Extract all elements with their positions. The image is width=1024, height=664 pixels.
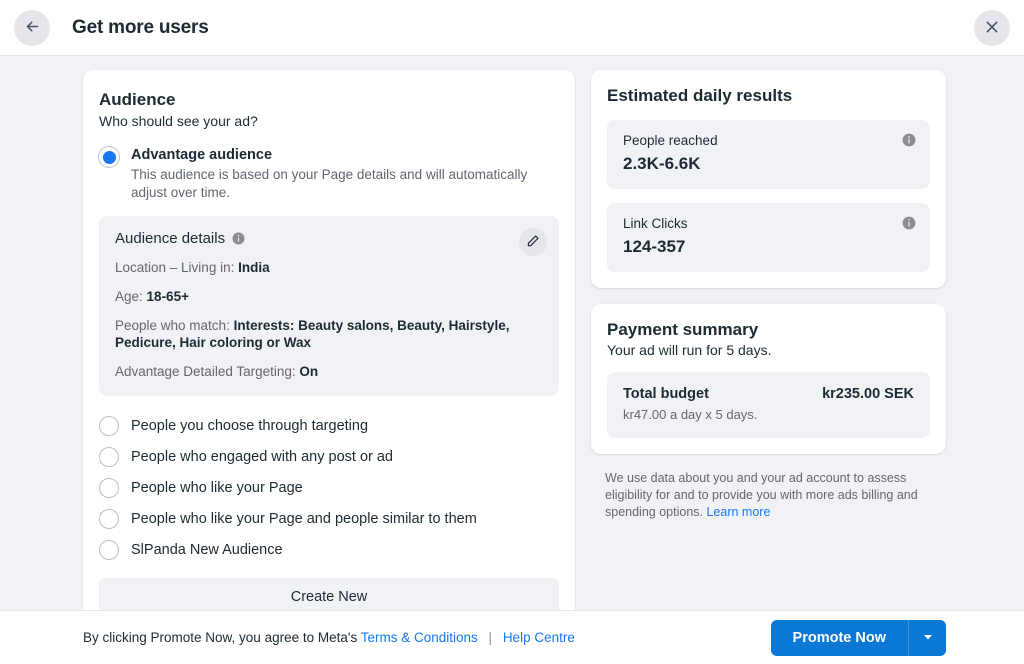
option-label: People who like your Page and people sim… (131, 510, 477, 527)
promote-button-group: Promote Now (770, 620, 946, 656)
back-button[interactable] (14, 9, 50, 46)
info-icon[interactable] (902, 216, 916, 235)
help-centre-link[interactable]: Help Centre (503, 630, 575, 645)
stat-value: 124-357 (623, 237, 686, 256)
audience-option-lookalike[interactable]: People who like your Page and people sim… (99, 503, 559, 534)
learn-more-link[interactable]: Learn more (706, 505, 770, 519)
edit-audience-button[interactable] (519, 228, 547, 256)
page-title: Get more users (72, 16, 209, 38)
detail-row-interests: People who match: Interests: Beauty salo… (115, 317, 543, 351)
audience-details-box: Audience details Location – Living in: I… (99, 216, 559, 396)
option-label: People you choose through targeting (131, 417, 369, 434)
dialog-body: Audience Who should see your ad? Advanta… (0, 56, 1024, 618)
audience-option-saved[interactable]: SlPanda New Audience (99, 534, 559, 565)
close-icon (984, 19, 1000, 38)
audience-option-engaged[interactable]: People who engaged with any post or ad (99, 441, 559, 472)
payment-summary-title: Payment summary (607, 320, 759, 339)
audience-options-list: People you choose through targeting Peop… (99, 410, 559, 565)
total-budget-note: kr47.00 a day x 5 days. (623, 407, 758, 422)
stat-value: 2.3K-6.6K (623, 154, 701, 173)
detail-row-location: Location – Living in: India (115, 259, 543, 276)
audience-subtitle: Who should see your ad? (99, 113, 258, 129)
promote-options-button[interactable] (908, 620, 946, 656)
detail-row-advantage-targeting: Advantage Detailed Targeting: On (115, 363, 543, 380)
option-label: SlPanda New Audience (131, 541, 283, 558)
audience-details-header: Audience details (115, 230, 543, 247)
audience-title: Audience (99, 90, 176, 109)
option-label: People who like your Page (131, 479, 303, 496)
stat-label: Link Clicks (623, 216, 688, 231)
detail-value: India (238, 260, 270, 275)
total-budget-label: Total budget (623, 386, 709, 402)
radio-people-engaged[interactable] (99, 447, 119, 467)
estimated-results-title: Estimated daily results (607, 86, 793, 105)
total-budget-row: Total budget kr235.00 SEK (623, 386, 914, 402)
close-button[interactable] (974, 10, 1010, 46)
dialog-header: Get more users (0, 0, 1024, 56)
detail-label: People who match: (115, 318, 230, 333)
detail-label: Age: (115, 289, 143, 304)
footer-agreement-text: By clicking Promote Now, you agree to Me… (83, 630, 358, 645)
stat-label: People reached (623, 133, 718, 148)
payment-summary-card: Payment summary Your ad will run for 5 d… (591, 304, 946, 454)
detail-value: On (299, 364, 319, 379)
promote-now-button[interactable]: Promote Now (770, 620, 908, 656)
radio-page-likers-similar[interactable] (99, 509, 119, 529)
detail-label: Location – Living in: (115, 260, 235, 275)
estimated-daily-results-card: Estimated daily results People reached 2… (591, 70, 946, 288)
footer-separator: | (488, 630, 493, 645)
audience-option-targeting[interactable]: People you choose through targeting (99, 410, 559, 441)
radio-people-like-page[interactable] (99, 478, 119, 498)
chevron-down-icon (922, 631, 934, 646)
footer-agreement: By clicking Promote Now, you agree to Me… (83, 630, 575, 645)
total-budget-amount: kr235.00 SEK (822, 386, 914, 402)
detail-value: 18-65+ (146, 289, 189, 304)
advantage-audience-description: This audience is based on your Page deta… (131, 167, 528, 200)
advantage-audience-label: Advantage audience (131, 147, 273, 163)
terms-conditions-link[interactable]: Terms & Conditions (361, 630, 478, 645)
option-label: People who engaged with any post or ad (131, 448, 393, 465)
audience-card: Audience Who should see your ad? Advanta… (83, 70, 575, 618)
radio-people-you-choose[interactable] (99, 416, 119, 436)
radio-advantage-audience[interactable] (99, 147, 119, 167)
info-icon[interactable] (232, 232, 245, 245)
promote-ad-dialog: Get more users Audience Who should see y… (0, 0, 1024, 664)
radio-slpanda-new-audience[interactable] (99, 540, 119, 560)
stat-people-reached: People reached 2.3K-6.6K (607, 120, 930, 189)
audience-option-advantage[interactable]: Advantage audience This audience is base… (99, 146, 559, 202)
detail-label: Advantage Detailed Targeting: (115, 364, 296, 379)
detail-row-age: Age: 18-65+ (115, 288, 543, 305)
payment-summary-subtitle: Your ad will run for 5 days. (607, 342, 772, 358)
summary-column: Estimated daily results People reached 2… (591, 70, 946, 521)
arrow-left-icon (24, 18, 41, 38)
stat-link-clicks: Link Clicks 124-357 (607, 203, 930, 272)
audience-option-page-likers[interactable]: People who like your Page (99, 472, 559, 503)
pencil-icon (526, 234, 540, 251)
dialog-footer: By clicking Promote Now, you agree to Me… (0, 610, 1024, 664)
info-icon[interactable] (902, 133, 916, 152)
billing-disclaimer: We use data about you and your ad accoun… (591, 470, 946, 521)
total-budget-box: Total budget kr235.00 SEK kr47.00 a day … (607, 372, 930, 438)
audience-details-title: Audience details (115, 230, 226, 247)
